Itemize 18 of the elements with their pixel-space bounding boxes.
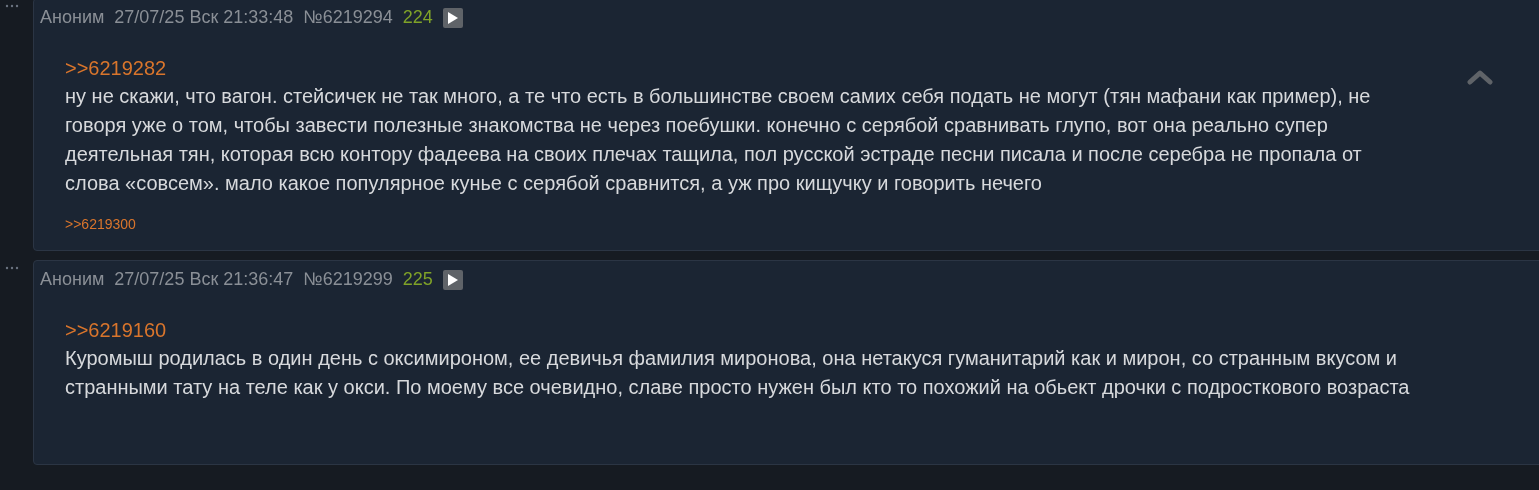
post-text: Куромыш родилась в один день с оксимироном, ее девичья фамилия миронова, она нетакуся гуманитарий как и мирон, со странным вкусом и странными тату на теле как у окси. По моему все очевидно, славе просто нужен был кто то похожий на обьект дрочки с подросткового возраста	[65, 346, 1411, 400]
play-icon[interactable]	[442, 7, 463, 28]
post-number[interactable]: №6219299	[303, 269, 393, 290]
post-date: 27/07/25 Вск 21:36:47	[114, 269, 294, 290]
post-date: 27/07/25 Вск 21:33:48	[114, 7, 294, 28]
post-count: 225	[402, 269, 433, 290]
reply-link[interactable]: >>6219300	[65, 216, 136, 232]
author-name: Аноним	[40, 269, 105, 290]
post-count: 224	[402, 7, 433, 28]
more-icon[interactable]	[5, 266, 19, 270]
author-name: Аноним	[40, 7, 105, 28]
more-icon[interactable]	[5, 4, 19, 8]
play-icon[interactable]	[442, 269, 463, 290]
quote-link[interactable]: >>6219160	[65, 316, 167, 344]
post-number[interactable]: №6219294	[303, 7, 393, 28]
post-text: ну не скажи, что вагон. стейсичек не так много, а те что есть в большинстве своем самих себя подать не могут (тян мафани как пример), не говоря уже о том, чтобы завести полезные знакомства не через поебушки. конечно с серябой сравнивать глупо, вот она реально супер деятельная тян, которая всю контору фадеева на своих плечах тащила, пол русской эстраде песни писала и после серебра не пропала от слова «совсем». мало какое популярное кунье с серябой сравнится, а уж про кищучку и говорить нечего	[65, 84, 1372, 196]
chevron-up-icon[interactable]	[1467, 69, 1493, 85]
quote-link[interactable]: >>6219282	[65, 54, 167, 82]
